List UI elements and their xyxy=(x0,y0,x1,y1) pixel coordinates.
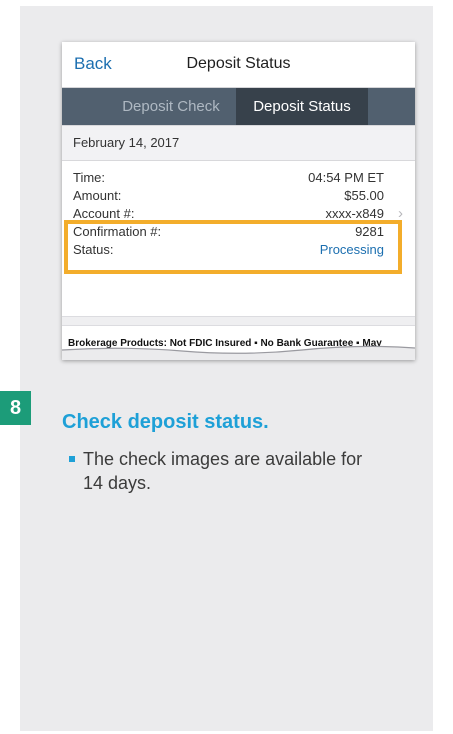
deposit-details: Time: 04:54 PM ET Amount: $55.00 Account… xyxy=(62,161,415,311)
phone-screenshot: Back Deposit Status Deposit Check Deposi… xyxy=(62,42,415,360)
tab-bar: Deposit Check Deposit Status xyxy=(62,88,415,125)
tab-deposit-check[interactable]: Deposit Check xyxy=(106,88,236,125)
bullet-square-icon xyxy=(69,456,75,462)
time-value: 04:54 PM ET xyxy=(308,170,384,185)
nav-bar: Back Deposit Status xyxy=(62,42,415,88)
torn-edge xyxy=(62,345,415,360)
amount-row: Amount: $55.00 xyxy=(73,188,384,206)
time-row: Time: 04:54 PM ET xyxy=(73,170,384,188)
step-number-badge: 8 xyxy=(0,391,31,425)
amount-label: Amount: xyxy=(73,188,122,203)
time-label: Time: xyxy=(73,170,106,185)
page-title: Deposit Status xyxy=(186,55,291,72)
bullet-text: The check images are available for 14 da… xyxy=(83,449,363,493)
footer-divider xyxy=(62,316,415,326)
tab-deposit-status[interactable]: Deposit Status xyxy=(236,88,368,125)
account-value: xxxx-x849 xyxy=(325,206,384,221)
highlight-box xyxy=(64,220,402,274)
deposit-date: February 14, 2017 xyxy=(62,125,415,161)
account-label: Account #: xyxy=(73,206,135,221)
amount-value: $55.00 xyxy=(344,188,384,203)
step-title: Check deposit status. xyxy=(62,411,269,433)
